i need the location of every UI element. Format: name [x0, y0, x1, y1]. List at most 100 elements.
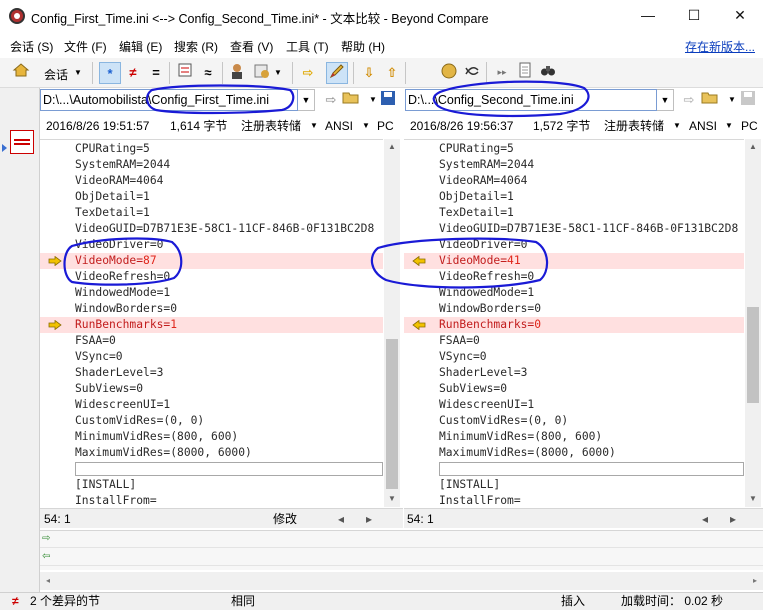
left-scroll-thumb[interactable] — [386, 339, 398, 489]
text-line[interactable]: SystemRAM=2044 — [40, 157, 383, 173]
close-button[interactable]: ✕ — [717, 0, 763, 32]
horizontal-scrollbar[interactable]: ◂ ▸ — [40, 572, 763, 590]
text-line[interactable]: CustomVidRes=(0, 0) — [40, 413, 383, 429]
text-line[interactable]: CPURating=5 — [404, 141, 744, 157]
menu-help[interactable]: 帮助 (H) — [341, 38, 385, 55]
left-save-icon[interactable] — [378, 90, 398, 110]
text-line[interactable]: ObjDetail=1 — [404, 189, 744, 205]
scroll-down-icon[interactable]: ▼ — [745, 491, 761, 507]
scroll-right-icon[interactable]: ▸ — [366, 509, 372, 529]
text-line[interactable]: FSAA=0 — [404, 333, 744, 349]
left-vertical-scrollbar[interactable]: ▲ ▼ — [384, 139, 400, 507]
left-path-dropdown[interactable]: ▼ — [298, 89, 315, 111]
chevron-down-icon[interactable]: ▼ — [673, 115, 681, 137]
show-diffs-icon[interactable]: ≠ — [122, 62, 144, 84]
right-save-icon[interactable] — [738, 90, 758, 110]
text-line[interactable]: VideoRefresh=0 — [40, 269, 383, 285]
text-line[interactable]: TexDetail=1 — [404, 205, 744, 221]
right-scroll-thumb[interactable] — [747, 307, 759, 403]
diff-line[interactable]: VideoMode=87 — [40, 253, 383, 269]
text-line[interactable]: [INSTALL] — [40, 477, 383, 493]
text-line[interactable]: SubViews=0 — [404, 381, 744, 397]
scroll-left-icon[interactable]: ◂ — [702, 509, 708, 529]
right-path-field[interactable]: D:\...\Config_Second_Time.ini — [405, 89, 657, 111]
left-history-icon[interactable]: ⇨ — [321, 90, 341, 110]
text-line[interactable]: InstallFrom= — [404, 493, 744, 507]
text-line[interactable]: FSAA=0 — [40, 333, 383, 349]
refresh-icon[interactable] — [461, 62, 483, 84]
text-line[interactable]: VideoRefresh=0 — [404, 269, 744, 285]
text-line[interactable]: VSync=0 — [40, 349, 383, 365]
text-line[interactable]: InstallFrom= — [40, 493, 383, 507]
text-line[interactable]: VideoRAM=4064 — [404, 173, 744, 189]
session-dropdown[interactable]: 会话 — [44, 66, 68, 83]
separator-line[interactable] — [40, 461, 383, 477]
show-all-icon[interactable]: * — [99, 62, 121, 84]
edit-icon[interactable] — [326, 62, 348, 84]
right-path-dropdown[interactable]: ▼ — [657, 89, 674, 111]
text-line[interactable]: CustomVidRes=(0, 0) — [404, 413, 744, 429]
context-icon[interactable] — [174, 62, 196, 84]
text-line[interactable]: WindowBorders=0 — [40, 301, 383, 317]
text-line[interactable]: CPURating=5 — [40, 141, 383, 157]
text-line[interactable]: TexDetail=1 — [40, 205, 383, 221]
scroll-up-icon[interactable]: ▲ — [384, 139, 400, 155]
text-line[interactable]: SystemRAM=2044 — [404, 157, 744, 173]
diff-line[interactable]: VideoMode=41 — [404, 253, 744, 269]
text-line[interactable]: VSync=0 — [404, 349, 744, 365]
text-line[interactable]: WindowedMode=1 — [40, 285, 383, 301]
menu-search[interactable]: 搜索 (R) — [174, 38, 218, 55]
scroll-right-icon[interactable]: ▸ — [730, 509, 736, 529]
text-line[interactable]: WidescreenUI=1 — [404, 397, 744, 413]
right-converter[interactable]: 注册表转储 — [604, 115, 664, 137]
chevron-down-icon[interactable]: ▼ — [725, 115, 733, 137]
document-icon[interactable] — [514, 62, 536, 84]
text-line[interactable]: MinimumVidRes=(800, 600) — [404, 429, 744, 445]
right-vertical-scrollbar[interactable]: ▲ ▼ — [745, 139, 761, 507]
diff-line[interactable]: RunBenchmarks=0 — [404, 317, 744, 333]
right-encoding[interactable]: ANSI — [689, 115, 717, 137]
right-text-pane[interactable]: CPURating=5 SystemRAM=2044 VideoRAM=4064 Ob… — [404, 139, 744, 507]
left-encoding[interactable]: ANSI — [325, 115, 353, 137]
rules-icon[interactable] — [226, 62, 248, 84]
swap-sides-icon[interactable] — [438, 62, 460, 84]
text-line[interactable]: VideoDriver=0 — [404, 237, 744, 253]
separator-line[interactable] — [404, 461, 744, 477]
update-available-link[interactable]: 存在新版本... — [685, 38, 755, 55]
text-line[interactable]: VideoGUID=D7B71E3E-58C1-11CF-846B-0F131B… — [40, 221, 383, 237]
minor-icon[interactable]: ≈ — [197, 62, 219, 84]
copy-to-right-arrow-icon[interactable] — [48, 320, 62, 330]
show-same-icon[interactable]: = — [145, 62, 167, 84]
text-line[interactable]: WidescreenUI=1 — [40, 397, 383, 413]
merge-row-right[interactable]: ⇦ — [40, 549, 763, 566]
left-browse-folder-icon[interactable] — [341, 90, 361, 110]
text-line[interactable]: VideoDriver=0 — [40, 237, 383, 253]
chevron-down-icon[interactable]: ▼ — [362, 115, 370, 137]
scroll-down-icon[interactable]: ▼ — [384, 491, 400, 507]
text-line[interactable]: MinimumVidRes=(800, 600) — [40, 429, 383, 445]
text-line[interactable]: ShaderLevel=3 — [404, 365, 744, 381]
text-line[interactable]: WindowedMode=1 — [404, 285, 744, 301]
scroll-left-icon[interactable]: ◂ — [338, 509, 344, 529]
menu-edit[interactable]: 编辑 (E) — [119, 38, 162, 55]
copy-to-left-arrow-icon[interactable] — [412, 320, 426, 330]
minimize-button[interactable]: — — [625, 0, 671, 32]
scroll-up-icon[interactable]: ▲ — [745, 139, 761, 155]
text-line[interactable]: VideoGUID=D7B71E3E-58C1-11CF-846B-0F131B… — [404, 221, 744, 237]
text-line[interactable]: VideoRAM=4064 — [40, 173, 383, 189]
text-line[interactable]: ShaderLevel=3 — [40, 365, 383, 381]
menu-file[interactable]: 文件 (F) — [64, 38, 107, 55]
text-line[interactable]: MaximumVidRes=(8000, 6000) — [40, 445, 383, 461]
chevron-down-icon[interactable]: ▼ — [310, 115, 318, 137]
copy-to-right-arrow-icon[interactable] — [48, 256, 62, 266]
scroll-right-icon[interactable]: ▸ — [747, 572, 763, 590]
expand-icon[interactable]: ▸▸ — [491, 62, 513, 84]
left-text-pane[interactable]: CPURating=5 SystemRAM=2044 VideoRAM=4064 Ob… — [40, 139, 383, 507]
overview-gutter[interactable] — [0, 88, 40, 595]
left-line-ending[interactable]: PC — [377, 115, 394, 137]
right-history-icon[interactable]: ⇨ — [679, 90, 699, 110]
binoculars-icon[interactable] — [537, 62, 559, 84]
text-line[interactable]: ObjDetail=1 — [40, 189, 383, 205]
prev-diff-icon[interactable]: ⇧ — [381, 62, 403, 84]
menu-session[interactable]: 会话 (S) — [10, 38, 53, 55]
